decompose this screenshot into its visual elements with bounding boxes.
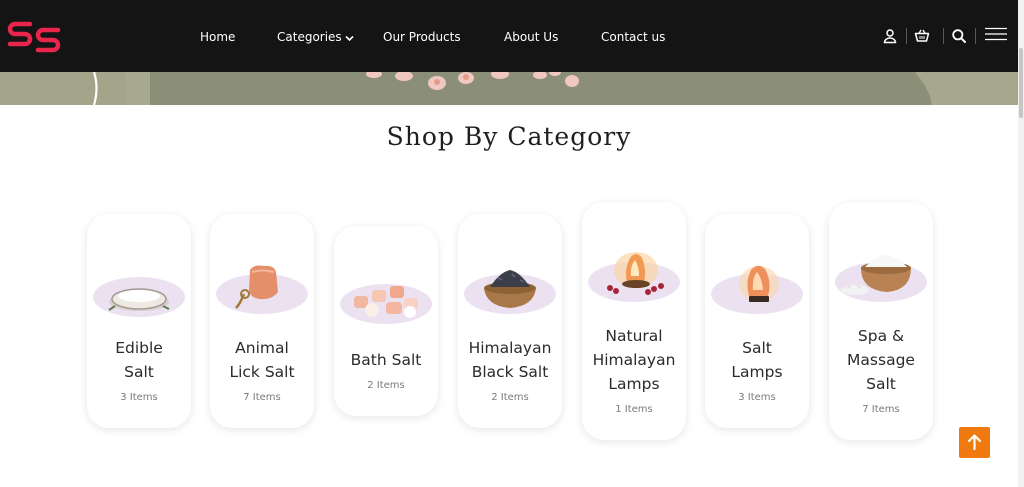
hero-banner-bottom bbox=[0, 72, 1024, 105]
category-name: Bath Salt bbox=[350, 351, 422, 369]
natural-himalayan-lamp-image bbox=[588, 252, 680, 302]
cart-icon[interactable] bbox=[914, 28, 930, 44]
nav-contact-us[interactable]: Contact us bbox=[601, 28, 665, 46]
category-name: Massage bbox=[847, 351, 915, 369]
category-count: 7 Items bbox=[862, 404, 900, 415]
user-icon[interactable] bbox=[882, 28, 898, 44]
category-name: Lamps bbox=[608, 375, 660, 393]
category-count: 3 Items bbox=[738, 392, 776, 403]
page: Home Categories Our Products About Us Co… bbox=[0, 0, 1024, 487]
category-name: Spa & bbox=[857, 327, 905, 345]
category-card-salt-lamps[interactable]: Salt Lamps 3 Items bbox=[705, 214, 809, 428]
site-header: Home Categories Our Products About Us Co… bbox=[0, 0, 1024, 72]
category-name: Lick Salt bbox=[229, 363, 295, 381]
category-card-natural-himalayan-lamps[interactable]: Natural Himalayan Lamps 1 Items bbox=[582, 202, 686, 440]
bath-salt-image bbox=[340, 284, 432, 324]
category-name: Salt bbox=[742, 339, 772, 357]
himalayan-black-salt-image bbox=[464, 270, 556, 314]
animal-lick-salt-image bbox=[216, 265, 308, 314]
nav-home[interactable]: Home bbox=[200, 28, 235, 46]
category-count: 3 Items bbox=[120, 392, 158, 403]
nav-our-products[interactable]: Our Products bbox=[383, 28, 461, 46]
category-card-spa-massage-salt[interactable]: Spa & Massage Salt 7 Items bbox=[829, 202, 933, 440]
category-card-himalayan-black-salt[interactable]: Himalayan Black Salt 2 Items bbox=[458, 214, 562, 428]
category-name: Salt bbox=[866, 375, 896, 393]
menu-icon[interactable] bbox=[985, 27, 1007, 41]
category-count: 2 Items bbox=[491, 392, 529, 403]
header-divider bbox=[906, 28, 907, 44]
category-name: Himalayan bbox=[468, 339, 552, 357]
header-divider bbox=[975, 28, 976, 44]
arrow-up-icon bbox=[967, 434, 982, 451]
nav-categories-label: Categories bbox=[277, 30, 342, 44]
category-count: 2 Items bbox=[367, 380, 405, 391]
brand-logo[interactable] bbox=[6, 18, 64, 56]
category-name: Black Salt bbox=[471, 363, 549, 381]
search-icon[interactable] bbox=[951, 28, 967, 44]
page-scrollbar[interactable] bbox=[1018, 0, 1024, 487]
nav-categories[interactable]: Categories bbox=[277, 28, 354, 46]
nav-about-us[interactable]: About Us bbox=[504, 28, 558, 46]
category-name: Lamps bbox=[731, 363, 783, 381]
scrollbar-thumb[interactable] bbox=[1019, 48, 1023, 118]
scroll-to-top-button[interactable] bbox=[959, 427, 990, 458]
chevron-down-icon bbox=[345, 35, 354, 42]
salt-lamp-image bbox=[711, 265, 803, 314]
category-name: Himalayan bbox=[592, 351, 676, 369]
category-card-bath-salt[interactable]: Bath Salt 2 Items bbox=[334, 226, 438, 416]
section-title: Shop By Category bbox=[386, 122, 632, 151]
category-name: Animal bbox=[235, 339, 289, 357]
spa-massage-salt-image bbox=[835, 255, 927, 302]
category-card-edible-salt[interactable]: Edible Salt 3 Items bbox=[87, 214, 191, 428]
category-card-animal-lick-salt[interactable]: Animal Lick Salt 7 Items bbox=[210, 214, 314, 428]
header-divider bbox=[943, 28, 944, 44]
category-name: Salt bbox=[124, 363, 154, 381]
category-name: Edible bbox=[115, 339, 163, 357]
category-count: 7 Items bbox=[243, 392, 281, 403]
category-count: 1 Items bbox=[615, 404, 653, 415]
category-name: Natural bbox=[605, 327, 663, 345]
edible-salt-image bbox=[93, 277, 185, 317]
